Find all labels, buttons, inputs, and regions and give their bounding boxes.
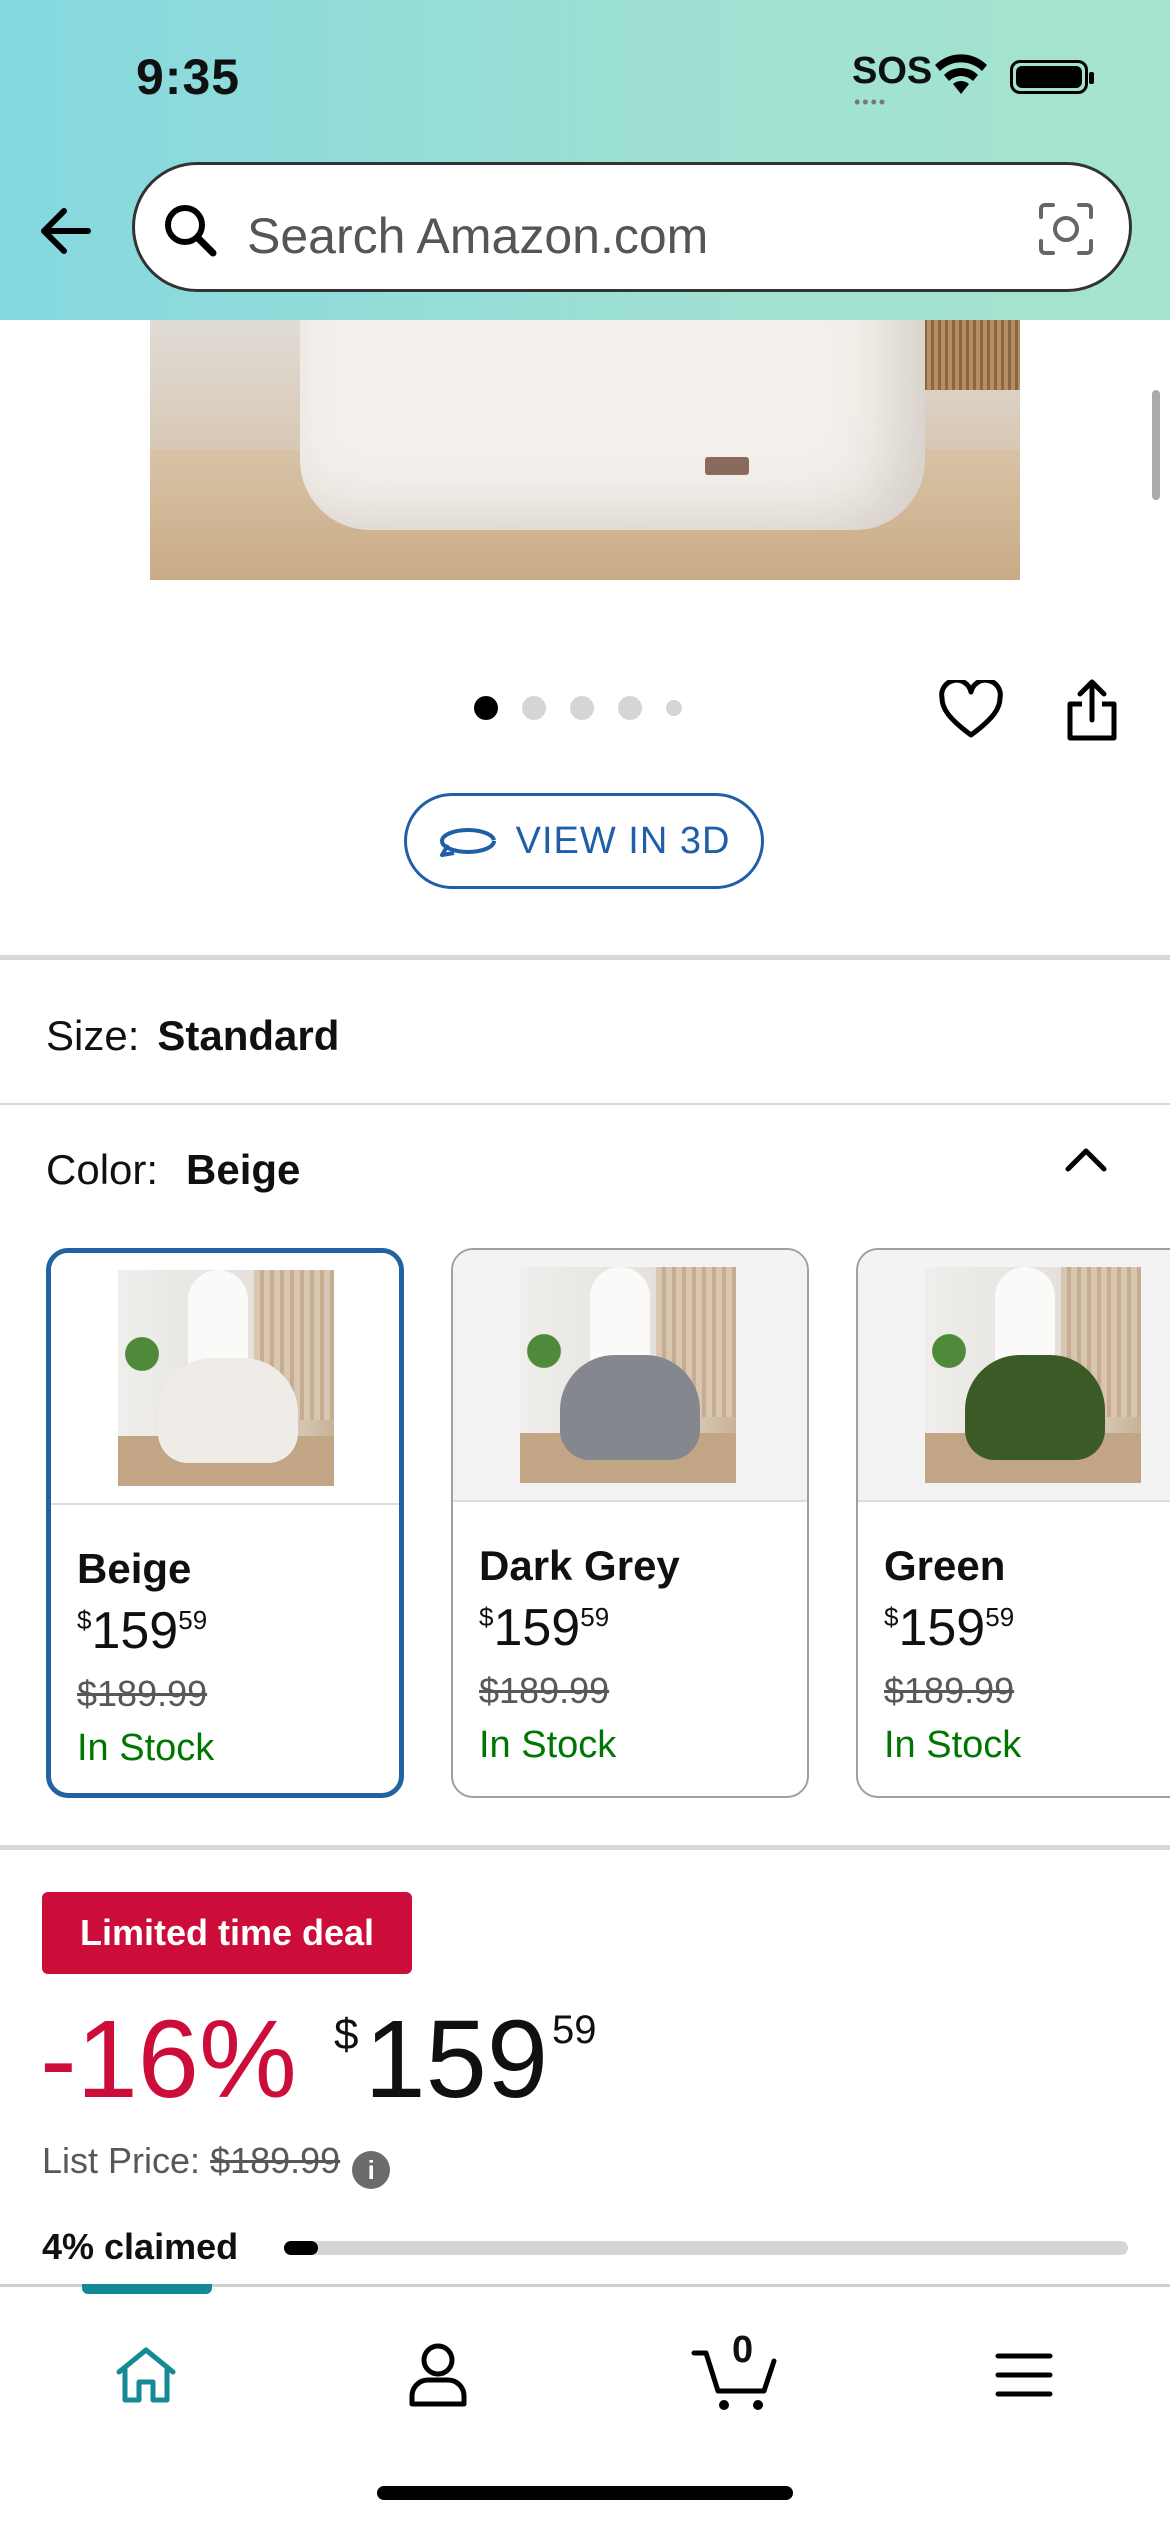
product-image[interactable] bbox=[150, 300, 1020, 580]
swatch-price: $15959 bbox=[77, 1601, 207, 1661]
swatch-price: $15959 bbox=[479, 1598, 609, 1658]
limited-time-deal-badge: Limited time deal bbox=[42, 1892, 412, 1974]
scrollbar[interactable] bbox=[1152, 390, 1160, 500]
active-tab-indicator bbox=[82, 2284, 212, 2294]
nav-account[interactable] bbox=[388, 2327, 488, 2423]
list-price: List Price: $189.99 i bbox=[42, 2140, 391, 2189]
image-pagination bbox=[474, 696, 682, 720]
swatch-old-price: $189.99 bbox=[479, 1670, 610, 1711]
swatch-currency: $ bbox=[77, 1605, 92, 1635]
back-arrow-icon[interactable] bbox=[36, 196, 96, 266]
sos-dots: •••• bbox=[854, 92, 888, 112]
home-indicator bbox=[377, 2486, 793, 2500]
swatch-cents: 59 bbox=[580, 1602, 610, 1632]
account-icon bbox=[409, 2343, 467, 2407]
pagination-dot[interactable] bbox=[666, 700, 682, 716]
swatch-thumbnail bbox=[118, 1270, 334, 1486]
swatch-stock: In Stock bbox=[479, 1724, 617, 1766]
size-label: Size: bbox=[46, 1012, 140, 1059]
swatch-currency: $ bbox=[479, 1602, 494, 1632]
thumb-chair bbox=[158, 1358, 298, 1463]
swatch-name: Green bbox=[884, 1542, 1006, 1589]
swatch-stock: In Stock bbox=[884, 1724, 1022, 1766]
claimed-progress-fill bbox=[284, 2241, 318, 2255]
color-swatch-beige[interactable]: Beige $15959 $189.99 In Stock bbox=[46, 1248, 404, 1798]
nav-home[interactable] bbox=[96, 2327, 196, 2423]
pagination-dot[interactable] bbox=[570, 696, 594, 720]
search-input[interactable]: Search Amazon.com bbox=[247, 207, 708, 265]
search-bar[interactable]: Search Amazon.com bbox=[132, 162, 1132, 292]
rotate-3d-icon bbox=[439, 828, 496, 857]
status-time: 9:35 bbox=[136, 49, 241, 105]
cart-count: 0 bbox=[732, 2329, 754, 2371]
nav-menu[interactable] bbox=[974, 2327, 1074, 2423]
swatch-price: $15959 bbox=[884, 1598, 1014, 1658]
swatch-cents: 59 bbox=[178, 1605, 208, 1635]
sos-indicator: SOS bbox=[852, 50, 933, 92]
price-dollars: 159 bbox=[364, 1998, 549, 2121]
chair-tag bbox=[705, 457, 749, 475]
swatch-old-price: $189.99 bbox=[884, 1670, 1015, 1711]
swatch-dollars: 159 bbox=[898, 1599, 986, 1657]
swatch-name: Beige bbox=[77, 1545, 192, 1592]
view-in-3d-button[interactable]: VIEW IN 3D bbox=[404, 793, 764, 889]
swatch-stock: In Stock bbox=[77, 1727, 215, 1769]
thumb-plant bbox=[524, 1327, 564, 1387]
divider bbox=[0, 1845, 1170, 1850]
thumb-plant bbox=[122, 1330, 162, 1390]
header: 9:35 SOS •••• Search Amazon.com bbox=[0, 0, 1170, 320]
thumb-chair bbox=[560, 1355, 700, 1460]
swatch-old-price: $189.99 bbox=[77, 1673, 208, 1714]
divider bbox=[0, 955, 1170, 960]
pagination-dot[interactable] bbox=[522, 696, 546, 720]
pagination-dot[interactable] bbox=[618, 696, 642, 720]
size-value: Standard bbox=[157, 1012, 340, 1059]
bean-bag-chair bbox=[300, 300, 925, 530]
thumb-plant bbox=[929, 1327, 969, 1387]
price-currency: $ bbox=[334, 2010, 359, 2059]
claimed-label: 4% claimed bbox=[42, 2226, 239, 2267]
swatch-image-area bbox=[453, 1250, 807, 1502]
deal-price: $159 59 bbox=[334, 1996, 597, 2123]
info-icon[interactable]: i bbox=[352, 2151, 391, 2189]
color-swatch-dark-grey[interactable]: Dark Grey $15959 $189.99 In Stock bbox=[451, 1248, 809, 1798]
wifi-icon bbox=[935, 54, 987, 94]
swatch-image-area bbox=[51, 1253, 399, 1505]
swatch-image-area bbox=[858, 1250, 1170, 1502]
discount-percent: -16% bbox=[40, 1998, 297, 2121]
color-label: Color: bbox=[46, 1146, 159, 1193]
swatch-thumbnail bbox=[520, 1267, 736, 1483]
nav-cart[interactable]: 0 bbox=[680, 2327, 790, 2423]
list-price-value: $189.99 bbox=[210, 2140, 341, 2181]
swatch-name: Dark Grey bbox=[479, 1542, 680, 1589]
view-in-3d-label: VIEW IN 3D bbox=[515, 819, 731, 862]
color-swatch-green[interactable]: Green $15959 $189.99 In Stock bbox=[856, 1248, 1170, 1798]
share-icon[interactable] bbox=[1064, 676, 1120, 744]
camera-icon[interactable] bbox=[1037, 201, 1095, 257]
heart-icon[interactable] bbox=[938, 680, 1004, 740]
battery-icon bbox=[1010, 60, 1094, 94]
chevron-up-icon[interactable] bbox=[1062, 1143, 1110, 1175]
size-row[interactable]: Size: Standard bbox=[46, 1012, 339, 1060]
swatch-dollars: 159 bbox=[493, 1599, 581, 1657]
thumb-chair bbox=[965, 1355, 1105, 1460]
pagination-dot[interactable] bbox=[474, 696, 498, 720]
menu-icon bbox=[995, 2353, 1053, 2397]
claimed-progress-bar bbox=[284, 2241, 1128, 2255]
search-icon bbox=[165, 205, 217, 257]
swatch-currency: $ bbox=[884, 1602, 899, 1632]
swatch-thumbnail bbox=[925, 1267, 1141, 1483]
color-row[interactable]: Color: Beige bbox=[46, 1146, 300, 1194]
swatch-dollars: 159 bbox=[91, 1602, 179, 1660]
home-icon bbox=[116, 2347, 176, 2403]
color-value: Beige bbox=[186, 1146, 301, 1193]
list-price-label: List Price: bbox=[42, 2140, 201, 2181]
divider bbox=[0, 1103, 1170, 1105]
price-cents: 59 bbox=[552, 2008, 597, 2052]
swatch-cents: 59 bbox=[985, 1602, 1015, 1632]
